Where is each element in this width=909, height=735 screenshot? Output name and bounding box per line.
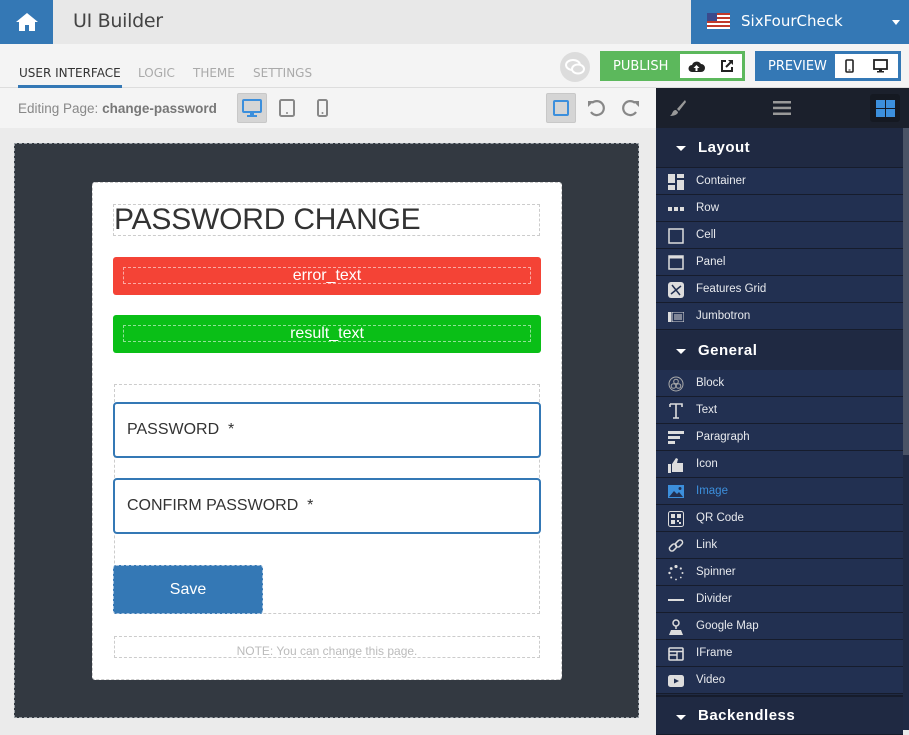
container-icon xyxy=(667,173,684,190)
panel-scrollbar[interactable] xyxy=(903,128,909,455)
project-selector[interactable]: SixFourCheck xyxy=(691,0,909,44)
component-qr-code[interactable]: QR Code xyxy=(656,505,903,532)
home-button[interactable] xyxy=(0,0,53,44)
hamburger-icon xyxy=(773,101,791,115)
toggle-outlines-button[interactable] xyxy=(546,93,576,123)
video-icon xyxy=(667,672,684,689)
tab-settings[interactable]: SETTINGS xyxy=(253,66,312,80)
undo-icon xyxy=(588,100,605,117)
redo-button[interactable] xyxy=(616,93,646,123)
us-flag-icon xyxy=(707,13,730,29)
component-google-map[interactable]: Google Map xyxy=(656,613,903,640)
device-tablet-button[interactable] xyxy=(272,93,302,123)
save-button[interactable]: Save xyxy=(113,565,263,614)
component-panel[interactable]: Panel xyxy=(656,249,903,276)
desktop-icon xyxy=(242,99,262,117)
component-video[interactable]: Video xyxy=(656,667,903,694)
external-link-icon[interactable] xyxy=(720,59,734,73)
chat-icon xyxy=(565,59,585,75)
thumbs-up-icon xyxy=(667,456,684,473)
map-marker-icon xyxy=(667,618,684,635)
section-general[interactable]: General xyxy=(656,331,903,371)
components-tab[interactable] xyxy=(870,94,900,122)
paragraph-icon xyxy=(667,429,684,446)
text-icon xyxy=(667,402,684,419)
square-outline-icon xyxy=(553,100,569,116)
component-container[interactable]: Container xyxy=(656,168,903,195)
tab-logic[interactable]: LOGIC xyxy=(138,66,175,80)
result-text-block[interactable]: result_text xyxy=(113,315,541,353)
grid-icon xyxy=(875,99,895,117)
preview-group: PREVIEW xyxy=(755,51,901,81)
tab-theme[interactable]: THEME xyxy=(193,66,235,80)
confirm-password-field[interactable]: CONFIRM PASSWORD * xyxy=(113,478,541,534)
component-block[interactable]: Block xyxy=(656,370,903,397)
preview-mobile-icon[interactable] xyxy=(844,59,854,73)
component-row[interactable]: Row xyxy=(656,195,903,222)
password-field[interactable]: PASSWORD * xyxy=(113,402,541,458)
confirm-password-label: CONFIRM PASSWORD * xyxy=(127,497,314,514)
caret-down-icon xyxy=(676,715,686,720)
block-icon xyxy=(667,375,684,392)
row-icon xyxy=(667,200,684,217)
caret-down-icon xyxy=(676,146,686,151)
app-title: UI Builder xyxy=(73,10,163,32)
image-icon xyxy=(667,483,684,500)
iframe-icon xyxy=(667,645,684,662)
chat-button[interactable] xyxy=(560,52,590,82)
component-iframe[interactable]: IFrame xyxy=(656,640,903,667)
page-title[interactable]: PASSWORD CHANGE xyxy=(113,204,540,236)
project-name: SixFourCheck xyxy=(741,12,843,30)
tab-user-interface[interactable]: USER INTERFACE xyxy=(19,66,121,80)
device-mobile-button[interactable] xyxy=(307,93,337,123)
component-divider[interactable]: Divider xyxy=(656,586,903,613)
panel-icon xyxy=(667,254,684,271)
cloud-upload-icon[interactable] xyxy=(688,60,705,73)
publish-button[interactable]: PUBLISH xyxy=(600,51,680,81)
error-text-block[interactable]: error_text xyxy=(113,257,541,295)
note-text[interactable]: NOTE: You can change this page. xyxy=(114,636,540,658)
device-desktop-button[interactable] xyxy=(237,93,267,123)
tablet-icon xyxy=(279,99,295,117)
preview-desktop-icon[interactable] xyxy=(873,59,889,73)
panel-toolbar xyxy=(656,88,909,128)
component-cell[interactable]: Cell xyxy=(656,222,903,249)
page-name: change-password xyxy=(102,101,217,116)
result-text: result_text xyxy=(290,325,364,342)
features-grid-icon xyxy=(667,281,684,298)
qr-code-icon xyxy=(667,510,684,527)
component-paragraph[interactable]: Paragraph xyxy=(656,424,903,451)
jumbotron-icon xyxy=(667,308,684,325)
home-icon xyxy=(15,13,38,31)
error-text: error_text xyxy=(292,267,362,284)
password-label: PASSWORD * xyxy=(127,421,235,438)
component-image[interactable]: Image xyxy=(656,478,903,505)
cell-icon xyxy=(667,227,684,244)
paintbrush-icon xyxy=(670,100,686,116)
component-spinner[interactable]: Spinner xyxy=(656,559,903,586)
chevron-down-icon xyxy=(892,20,900,25)
component-text[interactable]: Text xyxy=(656,397,903,424)
top-bar: UI Builder SixFourCheck xyxy=(0,0,909,44)
section-backendless[interactable]: Backendless xyxy=(656,695,903,735)
editing-page-label: Editing Page: change-password xyxy=(18,101,217,116)
edit-toolbar: Editing Page: change-password xyxy=(0,88,656,128)
preview-button[interactable]: PREVIEW xyxy=(755,51,835,81)
link-icon xyxy=(667,537,684,554)
tree-tab[interactable] xyxy=(767,94,797,122)
component-icon[interactable]: Icon xyxy=(656,451,903,478)
undo-button[interactable] xyxy=(581,93,611,123)
mobile-icon xyxy=(316,99,328,117)
component-jumbotron[interactable]: Jumbotron xyxy=(656,303,903,330)
styles-tab[interactable] xyxy=(663,94,693,122)
divider-icon xyxy=(667,591,684,608)
publish-group: PUBLISH xyxy=(600,51,745,81)
component-features-grid[interactable]: Features Grid xyxy=(656,276,903,303)
section-layout[interactable]: Layout xyxy=(656,128,903,168)
component-link[interactable]: Link xyxy=(656,532,903,559)
redo-icon xyxy=(622,100,639,117)
caret-down-icon xyxy=(676,349,686,354)
spinner-icon xyxy=(667,564,684,581)
